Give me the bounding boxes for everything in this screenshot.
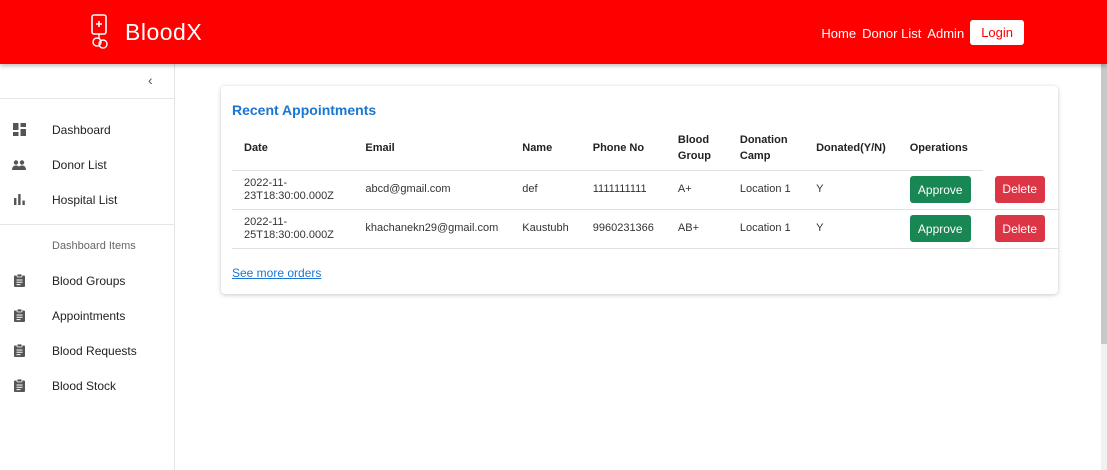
header-camp-line2: Camp xyxy=(739,150,771,163)
login-button[interactable]: Login xyxy=(970,20,1024,45)
bar-chart-icon xyxy=(12,193,26,207)
cell-phone: 1111111111 xyxy=(580,170,666,210)
table-row: 2022-11- 23T18:30:00.000Z abcd@gmail.com … xyxy=(232,170,1058,210)
sidebar-item-blood-groups[interactable]: Blood Groups xyxy=(0,263,174,298)
delete-button[interactable]: Delete xyxy=(994,175,1045,203)
header-operations: Operations xyxy=(897,127,983,171)
cell-donated: Y xyxy=(804,170,898,210)
sidebar-item-label: Appointments xyxy=(52,308,126,323)
brand-name: BloodX xyxy=(125,18,203,45)
cell-approve: Approve xyxy=(897,170,983,210)
table-header-row: Date Email Name Phone No Blood Group Dona… xyxy=(232,127,1058,171)
sidebar: ‹ Dashboard Donor List Hospital List Das… xyxy=(0,64,175,470)
sidebar-subheader: Dashboard Items xyxy=(52,240,136,252)
header-blood-line2: Group xyxy=(677,150,711,163)
nav-donor-list-link[interactable]: Donor List xyxy=(862,26,921,41)
header-empty xyxy=(983,127,1058,170)
cell-delete: Delete xyxy=(982,209,1058,249)
sidebar-item-label: Blood Stock xyxy=(52,378,117,393)
sidebar-item-blood-requests[interactable]: Blood Requests xyxy=(0,333,174,368)
header-blood-group: Blood Group xyxy=(665,127,728,171)
cell-camp: Location 1 xyxy=(727,170,805,210)
cell-name: def xyxy=(510,170,581,210)
scrollbar-thumb[interactable] xyxy=(1101,64,1107,344)
clipboard-icon xyxy=(12,309,26,323)
blood-bag-icon xyxy=(89,14,111,50)
cell-approve: Approve xyxy=(897,209,983,249)
approve-button[interactable]: Approve xyxy=(909,176,971,203)
sidebar-item-blood-stock[interactable]: Blood Stock xyxy=(0,368,174,403)
page-scrollbar[interactable] xyxy=(1101,64,1107,470)
appointments-table: Date Email Name Phone No Blood Group Dona… xyxy=(232,127,1058,249)
card-title: Recent Appointments xyxy=(232,102,377,118)
sidebar-item-label: Blood Requests xyxy=(52,343,137,358)
sidebar-item-appointments[interactable]: Appointments xyxy=(0,298,174,333)
header-date: Date xyxy=(232,127,354,171)
dashboard-icon xyxy=(12,123,26,137)
chevron-left-icon[interactable]: ‹ xyxy=(148,72,153,88)
sidebar-item-hospital-list[interactable]: Hospital List xyxy=(0,182,174,217)
clipboard-icon xyxy=(12,379,26,393)
nav-home-link[interactable]: Home xyxy=(821,26,856,41)
clipboard-icon xyxy=(12,344,26,358)
cell-camp: Location 1 xyxy=(727,209,805,249)
sidebar-collapse-bar: ‹ xyxy=(0,64,174,99)
cell-date-line2: 25T18:30:00.000Z xyxy=(244,228,334,241)
header-donation-camp: Donation Camp xyxy=(727,127,805,171)
header-name: Name xyxy=(510,127,581,171)
sidebar-divider xyxy=(0,224,174,225)
cell-email: khachanekn29@gmail.com xyxy=(353,209,511,249)
header-phone: Phone No xyxy=(580,127,666,171)
clipboard-icon xyxy=(12,274,26,288)
cell-date: 2022-11- 25T18:30:00.000Z xyxy=(232,209,354,249)
cell-date-line1: 2022-11- xyxy=(244,215,288,228)
nav-admin-link[interactable]: Admin xyxy=(927,26,964,41)
top-app-bar: BloodX Home Donor List Admin Login xyxy=(0,0,1107,64)
cell-blood-group: A+ xyxy=(665,170,728,210)
sidebar-item-dashboard[interactable]: Dashboard xyxy=(0,112,174,147)
sidebar-item-label: Donor List xyxy=(52,157,107,172)
header-camp-line1: Donation xyxy=(739,134,788,147)
cell-date-line1: 2022-11- xyxy=(244,176,288,189)
sidebar-item-label: Dashboard xyxy=(52,122,111,137)
see-more-orders-link[interactable]: See more orders xyxy=(232,266,321,280)
cell-donated: Y xyxy=(804,209,898,249)
header-email: Email xyxy=(353,127,511,171)
brand[interactable]: BloodX xyxy=(89,14,202,50)
sidebar-item-label: Blood Groups xyxy=(52,273,126,288)
cell-blood-group: AB+ xyxy=(665,209,728,249)
cell-date-line2: 23T18:30:00.000Z xyxy=(244,189,334,202)
cell-delete: Delete xyxy=(982,170,1058,210)
people-icon xyxy=(12,158,26,172)
recent-appointments-card: Recent Appointments Date Email Name Phon… xyxy=(221,86,1058,294)
cell-date: 2022-11- 23T18:30:00.000Z xyxy=(232,170,354,210)
cell-name: Kaustubh xyxy=(510,209,581,249)
header-donated: Donated(Y/N) xyxy=(804,127,898,171)
delete-button[interactable]: Delete xyxy=(994,215,1045,242)
header-blood-line1: Blood xyxy=(677,134,710,147)
sidebar-item-donor-list[interactable]: Donor List xyxy=(0,147,174,182)
cell-email: abcd@gmail.com xyxy=(353,170,511,210)
table-row: 2022-11- 25T18:30:00.000Z khachanekn29@gm… xyxy=(232,209,1058,249)
approve-button[interactable]: Approve xyxy=(909,215,971,242)
sidebar-item-label: Hospital List xyxy=(52,192,118,207)
top-nav: Home Donor List Admin Login xyxy=(821,20,1024,46)
cell-phone: 9960231366 xyxy=(580,209,666,249)
